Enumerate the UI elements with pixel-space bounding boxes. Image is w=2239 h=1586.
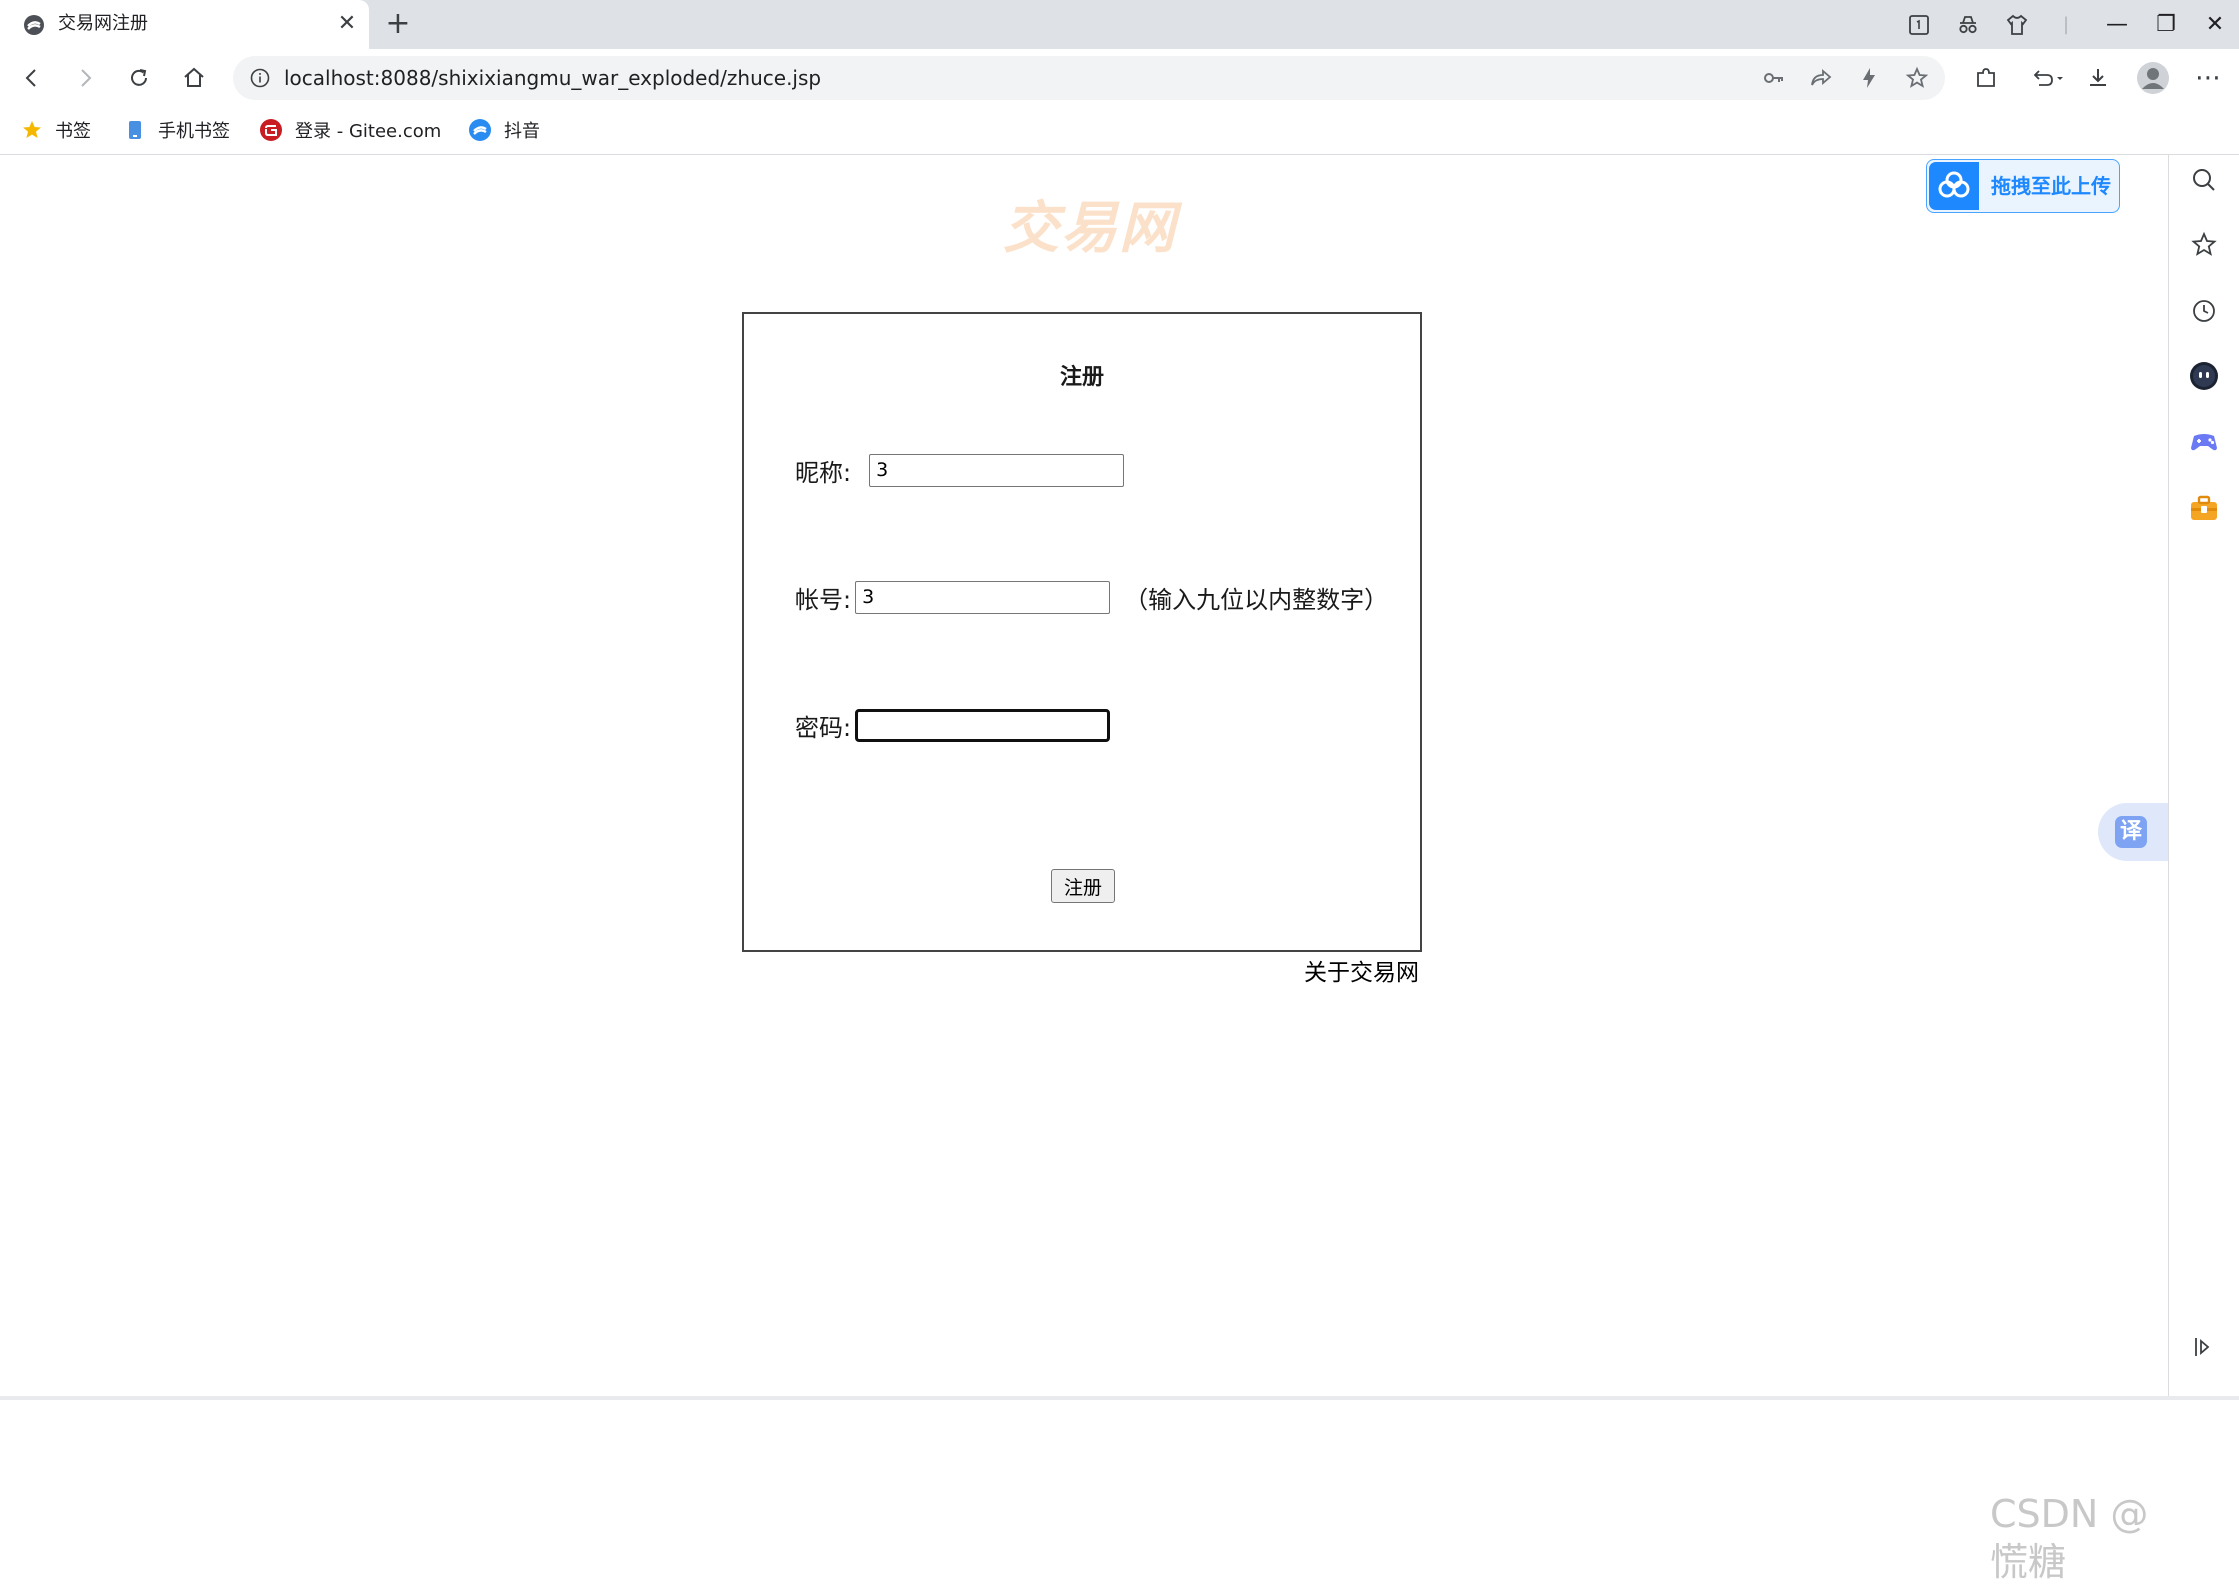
undo-icon: [2033, 70, 2063, 86]
downloads-button[interactable]: [2080, 60, 2116, 96]
browser-toolbar: localhost:8088/shixixiangmu_war_exploded…: [0, 49, 2239, 107]
gitee-icon: [260, 119, 282, 141]
nickname-label: 昵称:: [795, 458, 852, 487]
register-button[interactable]: 注册: [1051, 869, 1115, 903]
bookmark-label: 书签: [55, 121, 91, 142]
sidebar-favorites[interactable]: [2187, 228, 2221, 262]
browser-e-icon: [24, 15, 44, 35]
register-form: 注册 昵称: 帐号: （输入九位以内整数字） 密码: 注册: [742, 312, 1422, 952]
url-text[interactable]: localhost:8088/shixixiangmu_war_exploded…: [284, 65, 821, 91]
download-icon: [2090, 69, 2106, 86]
bookmark-item[interactable]: 抖音: [468, 117, 540, 143]
account-label: 帐号:: [795, 585, 852, 614]
share-icon[interactable]: [1809, 66, 1833, 90]
back-button[interactable]: [14, 60, 50, 96]
star-outline-icon[interactable]: [1905, 66, 1929, 90]
bookmark-item[interactable]: 书签: [21, 117, 91, 143]
account-input[interactable]: [855, 580, 1111, 614]
reload-icon: [131, 69, 147, 86]
password-label: 密码:: [795, 713, 852, 742]
gamepad-icon: [2191, 434, 2217, 451]
address-bar[interactable]: localhost:8088/shixixiangmu_war_exploded…: [233, 56, 1945, 100]
sidebar-history[interactable]: [2187, 294, 2221, 328]
profile-button[interactable]: [2135, 60, 2171, 96]
avatar-icon: [2137, 62, 2169, 94]
account-hint: （输入九位以内整数字）: [1124, 585, 1389, 614]
bookmark-label: 登录 - Gitee.com: [295, 121, 442, 142]
home-icon: [184, 67, 204, 87]
sidebar-assistant[interactable]: [2187, 359, 2221, 393]
clock-icon: [2193, 300, 2215, 322]
bookmark-label: 抖音: [504, 121, 540, 142]
tab-active[interactable]: 交易网注册 ✕: [0, 0, 369, 49]
about-link[interactable]: 关于交易网: [1304, 958, 1419, 988]
extensions-button[interactable]: [1968, 60, 2004, 96]
sidebar-toolbox[interactable]: [2187, 491, 2221, 525]
page-viewport: 交易网 注册 昵称: 帐号: （输入九位以内整数字） 密码: 注册 关于交易网 …: [0, 155, 2168, 1584]
close-tab-icon[interactable]: ✕: [334, 11, 360, 37]
home-button[interactable]: [176, 60, 212, 96]
bookmark-label: 手机书签: [158, 121, 230, 142]
translate-icon: 译: [2115, 816, 2147, 848]
form-heading: 注册: [1059, 365, 1104, 390]
arrow-right-icon: [81, 69, 92, 87]
more-menu-button[interactable]: ⋯: [2190, 60, 2226, 96]
shirt-icon[interactable]: [2004, 12, 2030, 38]
upload-label: 拖拽至此上传: [1991, 174, 2111, 198]
password-row: 密码:: [795, 707, 1111, 743]
tab-strip: 交易网注册 ✕ + | — ❐ ✕: [0, 0, 2239, 49]
upload-widget[interactable]: 拖拽至此上传: [1926, 159, 2120, 213]
bookmarks-bar: 书签 手机书签 登录 - Gitee.com 抖音: [0, 107, 2239, 155]
sidebar-collapse[interactable]: [2187, 1330, 2221, 1364]
nickname-row: 昵称:: [795, 452, 1125, 488]
nickname-input[interactable]: [869, 453, 1125, 487]
right-sidebar: [2168, 155, 2239, 1400]
search-icon: [2193, 169, 2215, 191]
window-divider: |: [2062, 14, 2070, 35]
tab-title: 交易网注册: [58, 13, 148, 34]
account-row: 帐号: （输入九位以内整数字）: [795, 579, 1388, 615]
sidebar-search[interactable]: [2187, 163, 2221, 197]
reload-button[interactable]: [121, 60, 157, 96]
lightning-icon[interactable]: [1857, 66, 1881, 90]
arrow-left-icon: [25, 69, 36, 87]
sidebar-games[interactable]: [2187, 425, 2221, 459]
phone-icon: [129, 121, 141, 139]
csdn-watermark: CSDN @慌糖: [1990, 1492, 2149, 1584]
close-window-button[interactable]: ✕: [2195, 8, 2235, 42]
toolbox-icon: [2191, 495, 2217, 520]
bottom-edge: [0, 1396, 2239, 1400]
tab-count-icon[interactable]: [1906, 12, 1932, 38]
bookmark-item[interactable]: 登录 - Gitee.com: [259, 117, 441, 143]
cloud-icon: [1929, 162, 1979, 210]
password-input[interactable]: [855, 708, 1111, 742]
star-outline-icon: [2191, 231, 2217, 256]
site-title: 交易网: [1003, 195, 1177, 261]
robot-icon: [2190, 362, 2218, 390]
new-tab-button[interactable]: +: [382, 8, 414, 40]
star-icon: [23, 121, 41, 138]
bookmark-item[interactable]: 手机书签: [124, 117, 230, 143]
info-icon[interactable]: [249, 67, 271, 89]
translate-button[interactable]: 译: [2098, 803, 2168, 861]
puzzle-icon: [1977, 68, 1995, 87]
restore-button[interactable]: ❐: [2146, 8, 2186, 42]
collapse-panel-icon: [2195, 1338, 2210, 1356]
minimize-button[interactable]: —: [2097, 8, 2137, 42]
forward-button[interactable]: [67, 60, 103, 96]
incognito-icon[interactable]: [1955, 12, 1981, 38]
browser-e-icon: [469, 119, 491, 141]
key-icon[interactable]: [1762, 66, 1786, 90]
undo-menu-button[interactable]: [2025, 60, 2069, 96]
